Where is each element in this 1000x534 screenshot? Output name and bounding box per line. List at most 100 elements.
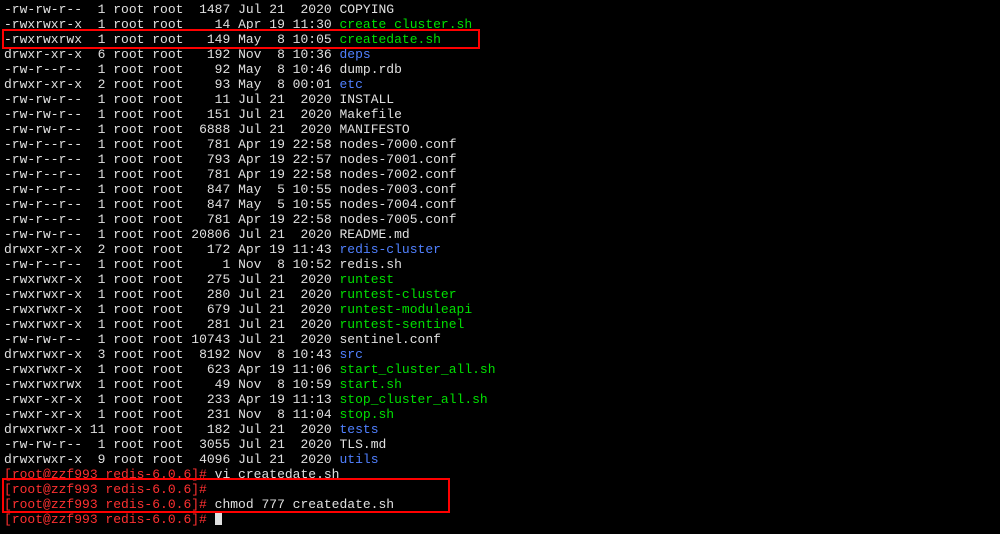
file-size: 192 [191, 47, 238, 62]
prompt-user-host: root@zzf993 redis-6.0.6 [12, 497, 191, 512]
file-listing-row: -rwxrwxr-x 1 root root 281 Jul 21 2020 r… [4, 317, 996, 332]
file-group: root [152, 242, 191, 257]
file-size: 781 [191, 137, 238, 152]
file-owner: root [113, 47, 152, 62]
file-listing-row: drwxrwxr-x 3 root root 8192 Nov 8 10:43 … [4, 347, 996, 362]
file-name: redis.sh [340, 257, 402, 272]
file-name: README.md [340, 227, 410, 242]
prompt-bracket-close: ]# [191, 497, 214, 512]
file-size: 847 [191, 182, 238, 197]
file-date: Apr 19 22:58 [238, 212, 339, 227]
file-permissions: -rw-r--r-- [4, 257, 90, 272]
file-permissions: drwxr-xr-x [4, 242, 90, 257]
file-size: 92 [191, 62, 238, 77]
file-permissions: -rw-r--r-- [4, 182, 90, 197]
file-group: root [152, 257, 191, 272]
file-size: 149 [191, 32, 238, 47]
file-name: sentinel.conf [340, 332, 441, 347]
file-owner: root [113, 242, 152, 257]
file-owner: root [113, 407, 152, 422]
file-listing-row: -rw-rw-r-- 1 root root 3055 Jul 21 2020 … [4, 437, 996, 452]
file-links: 1 [90, 287, 113, 302]
prompt-bracket-close: ]# [191, 482, 214, 497]
file-listing-row: -rwxrwxr-x 1 root root 275 Jul 21 2020 r… [4, 272, 996, 287]
file-size: 281 [191, 317, 238, 332]
prompt-bracket-open: [ [4, 512, 12, 527]
prompt-bracket-close: ]# [191, 512, 214, 527]
file-owner: root [113, 347, 152, 362]
file-name: nodes-7000.conf [340, 137, 457, 152]
file-name: nodes-7004.conf [340, 197, 457, 212]
file-owner: root [113, 167, 152, 182]
file-name: Makefile [340, 107, 402, 122]
file-size: 182 [191, 422, 238, 437]
file-size: 14 [191, 17, 238, 32]
file-name: INSTALL [340, 92, 395, 107]
file-size: 1487 [191, 2, 238, 17]
file-name: stop.sh [340, 407, 395, 422]
file-date: Apr 19 11:30 [238, 17, 339, 32]
file-links: 1 [90, 32, 113, 47]
file-links: 1 [90, 332, 113, 347]
prompt-line: [root@zzf993 redis-6.0.6]# [4, 482, 996, 497]
file-owner: root [113, 227, 152, 242]
file-links: 2 [90, 77, 113, 92]
file-permissions: drwxr-xr-x [4, 47, 90, 62]
file-name: nodes-7003.conf [340, 182, 457, 197]
file-name: start_cluster_all.sh [340, 362, 496, 377]
file-listing-row: drwxrwxr-x 9 root root 4096 Jul 21 2020 … [4, 452, 996, 467]
file-date: Nov 8 10:36 [238, 47, 339, 62]
file-permissions: -rw-rw-r-- [4, 92, 90, 107]
file-permissions: -rw-rw-r-- [4, 227, 90, 242]
file-group: root [152, 227, 191, 242]
file-date: Nov 8 10:43 [238, 347, 339, 362]
file-permissions: -rwxrwxr-x [4, 317, 90, 332]
file-date: Apr 19 22:57 [238, 152, 339, 167]
file-links: 1 [90, 272, 113, 287]
file-group: root [152, 47, 191, 62]
file-links: 1 [90, 62, 113, 77]
file-listing-row: -rw-rw-r-- 1 root root 151 Jul 21 2020 M… [4, 107, 996, 122]
file-links: 1 [90, 437, 113, 452]
prompt-line[interactable]: [root@zzf993 redis-6.0.6]# [4, 512, 996, 527]
file-links: 1 [90, 392, 113, 407]
file-date: Jul 21 2020 [238, 452, 339, 467]
file-name: stop_cluster_all.sh [340, 392, 488, 407]
file-permissions: -rwxrwxr-x [4, 287, 90, 302]
file-group: root [152, 392, 191, 407]
file-name: create_cluster.sh [340, 17, 473, 32]
file-group: root [152, 32, 191, 47]
file-name: deps [340, 47, 371, 62]
file-size: 1 [191, 257, 238, 272]
file-date: Jul 21 2020 [238, 92, 339, 107]
file-owner: root [113, 212, 152, 227]
file-owner: root [113, 317, 152, 332]
file-name: runtest [340, 272, 395, 287]
file-size: 3055 [191, 437, 238, 452]
file-date: Apr 19 22:58 [238, 137, 339, 152]
file-size: 781 [191, 212, 238, 227]
file-group: root [152, 302, 191, 317]
file-links: 1 [90, 377, 113, 392]
cursor [215, 512, 222, 525]
file-date: May 5 10:55 [238, 197, 339, 212]
file-name: COPYING [340, 2, 395, 17]
file-date: Apr 19 11:43 [238, 242, 339, 257]
file-links: 1 [90, 407, 113, 422]
file-links: 1 [90, 107, 113, 122]
file-date: Apr 19 11:06 [238, 362, 339, 377]
file-date: May 8 10:46 [238, 62, 339, 77]
file-group: root [152, 122, 191, 137]
prompt-bracket-open: [ [4, 497, 12, 512]
terminal-output[interactable]: -rw-rw-r-- 1 root root 1487 Jul 21 2020 … [4, 2, 996, 527]
file-listing-row: -rwxrwxrwx 1 root root 49 Nov 8 10:59 st… [4, 377, 996, 392]
file-owner: root [113, 32, 152, 47]
file-size: 781 [191, 167, 238, 182]
file-group: root [152, 347, 191, 362]
file-group: root [152, 407, 191, 422]
file-group: root [152, 62, 191, 77]
file-links: 1 [90, 152, 113, 167]
file-links: 6 [90, 47, 113, 62]
file-size: 4096 [191, 452, 238, 467]
file-permissions: -rw-rw-r-- [4, 2, 90, 17]
